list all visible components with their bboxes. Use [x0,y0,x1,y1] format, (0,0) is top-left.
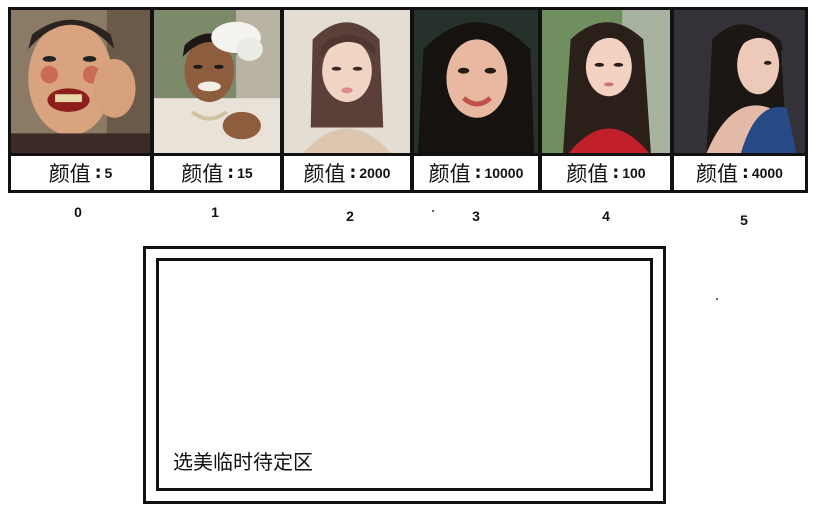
score-value: 15 [237,165,253,181]
score-prefix: 颜值 [428,162,471,186]
score-label-3: 颜值 : 10000 [411,153,541,193]
score-colon: : [349,163,357,183]
contestant-card-0: 颜值 : 5 [8,7,153,193]
index-label-2: 2 [346,208,354,224]
contestant-card-1: 颜值 : 15 [151,7,283,193]
contestant-card-5: 颜值 : 4000 [671,7,808,193]
score-label-4: 颜值 : 100 [539,153,673,193]
staging-area-outer-frame: 选美临时待定区 [143,246,666,504]
portrait-photo-2 [281,7,413,153]
score-value: 10000 [484,165,524,181]
index-label-0: 0 [74,204,82,220]
score-colon: : [742,163,749,183]
score-prefix: 颜值 [566,162,609,186]
score-value: 2000 [359,165,391,181]
score-label-2: 颜值 : 2000 [281,153,413,193]
score-value: 5 [104,165,113,181]
score-value: 4000 [751,165,783,181]
score-label-0: 颜值 : 5 [8,153,153,193]
index-label-3: 3 [472,208,480,224]
portrait-photo-3 [411,7,541,153]
score-colon: : [94,163,102,183]
contestant-card-4: 颜值 : 100 [539,7,673,193]
portrait-photo-1 [151,7,283,153]
portrait-photo-5 [671,7,808,153]
score-label-5: 颜值 : 4000 [671,153,808,193]
score-colon: : [227,163,235,183]
score-prefix: 颜值 [696,162,739,186]
score-prefix: 颜值 [303,162,346,186]
portrait-photo-4 [539,7,673,153]
stray-dot [432,210,434,212]
score-label-1: 颜值 : 15 [151,153,283,193]
score-value: 100 [622,165,646,181]
score-prefix: 颜值 [48,162,91,186]
score-prefix: 颜值 [181,162,224,186]
index-label-5: 5 [740,212,748,228]
contestant-photo-row: 颜值 : 5 颜值 : 15 颜值: 2000 颜值: 10000 颜值:… [8,7,808,193]
portrait-photo-0 [8,7,153,153]
score-colon: : [612,163,620,183]
score-colon: : [474,163,482,183]
stray-dot [716,298,718,300]
index-label-4: 4 [602,208,610,224]
contestant-card-2: 颜值 : 2000 [281,7,413,193]
staging-area-label: 选美临时待定区 [173,450,313,474]
index-label-1: 1 [211,204,219,220]
contestant-card-3: 颜值 : 10000 [411,7,541,193]
